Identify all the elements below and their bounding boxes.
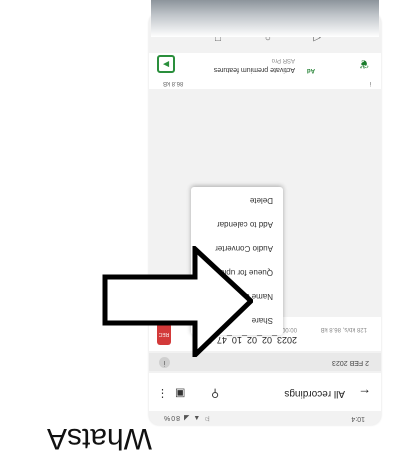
info-size-left: 86.8 kB [163,80,184,86]
overflow-menu-icon[interactable]: ⋮ [157,387,168,400]
side-caption: WhatsA [46,422,152,455]
page-title: All recordings [284,388,345,399]
ad-subtitle: ASR Pro [271,57,295,63]
date-label: 2 FEB 2023 [332,359,369,366]
search-icon[interactable]: ⚲ [211,387,219,400]
ad-banner[interactable]: i 86.8 kB ❦ Ad Activate premium features… [149,53,381,89]
back-arrow-icon[interactable]: ← [358,386,371,401]
app-bar: ← All recordings ⚲ ▣ ⋮ [149,373,381,411]
recording-size: 128 kb/s, 86.8 kB [320,326,367,332]
menu-item-add-calendar[interactable]: Add to calendar [217,220,273,229]
ad-badge: Ad [307,67,315,73]
info-size-right: i [369,80,371,86]
status-time: 10:4 [351,415,365,422]
status-icons: ⚐ ▲ ◢ 80% [163,414,211,421]
status-bar: 10:4 ⚐ ▲ ◢ 80% [149,411,381,425]
menu-item-delete[interactable]: Delete [250,196,273,205]
info-icon[interactable]: i [159,357,170,368]
select-mode-icon[interactable]: ▣ [175,387,185,400]
play-store-icon[interactable]: ▶ [157,55,175,73]
app-logo-icon: ❦ [358,57,369,71]
arrow-pointer-icon [0,243,255,361]
menu-item-share[interactable]: Share [252,316,273,325]
phone-screen: 10:4 ⚐ ▲ ◢ 80% ← All recordings ⚲ ▣ ⋮ 2 … [149,13,381,425]
phone-edge [151,0,379,37]
recording-duration: 00:00 [281,326,297,332]
ad-title: Activate premium features [213,66,295,73]
